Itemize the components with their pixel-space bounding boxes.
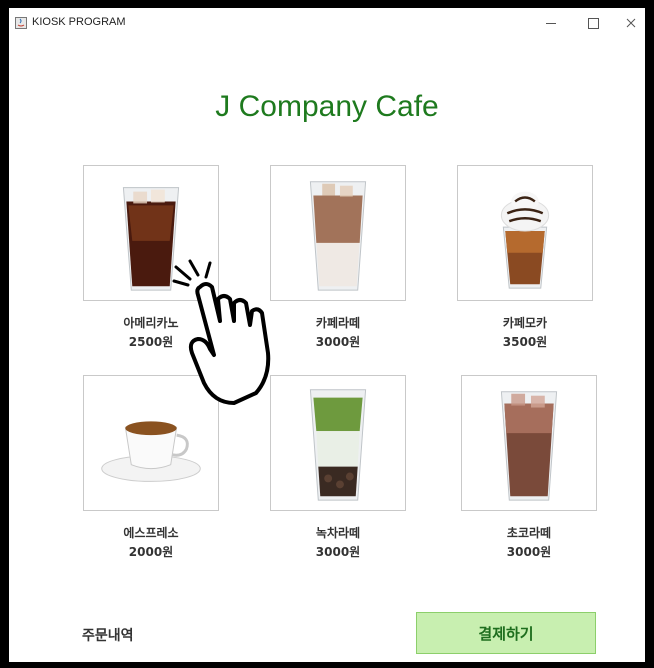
choco-latte-image[interactable] bbox=[461, 375, 597, 511]
minimize-button[interactable] bbox=[533, 12, 569, 34]
window-title: KIOSK PROGRAM bbox=[32, 16, 126, 28]
close-icon bbox=[626, 18, 636, 28]
java-app-icon bbox=[15, 17, 27, 29]
menu-item-name: 아메리카노 bbox=[123, 316, 179, 330]
maximize-button[interactable] bbox=[575, 12, 611, 34]
menu-item-price: 3000원 bbox=[315, 335, 361, 349]
menu-item-name: 카페라떼 bbox=[315, 316, 361, 330]
minimize-icon bbox=[546, 22, 556, 24]
menu-item-price: 3000원 bbox=[315, 545, 361, 559]
menu-item-price: 3500원 bbox=[502, 335, 548, 349]
menu-item-name: 녹차라떼 bbox=[315, 526, 361, 540]
menu-item-name: 에스프레소 bbox=[123, 526, 179, 540]
pay-button[interactable]: 결제하기 bbox=[416, 612, 596, 654]
kiosk-window: KIOSK PROGRAM J Company Cafe 아메리카노 2500원 bbox=[9, 8, 645, 662]
green-tea-latte-image[interactable] bbox=[270, 375, 406, 511]
page-title: J Company Cafe bbox=[215, 90, 439, 123]
close-button[interactable] bbox=[617, 12, 645, 34]
menu-item-name: 초코라떼 bbox=[506, 526, 552, 540]
title-bar: KIOSK PROGRAM bbox=[9, 8, 645, 38]
menu-item-price: 2000원 bbox=[128, 545, 174, 559]
maximize-icon bbox=[587, 17, 599, 29]
order-history-label: 주문내역 bbox=[82, 628, 134, 644]
menu-item-price: 2500원 bbox=[128, 335, 174, 349]
cafe-mocha-image[interactable] bbox=[457, 165, 593, 301]
menu-item-name: 카페모카 bbox=[502, 316, 548, 330]
americano-image[interactable] bbox=[83, 165, 219, 301]
menu-item-price: 3000원 bbox=[506, 545, 552, 559]
espresso-image[interactable] bbox=[83, 375, 219, 511]
cafe-latte-image[interactable] bbox=[270, 165, 406, 301]
